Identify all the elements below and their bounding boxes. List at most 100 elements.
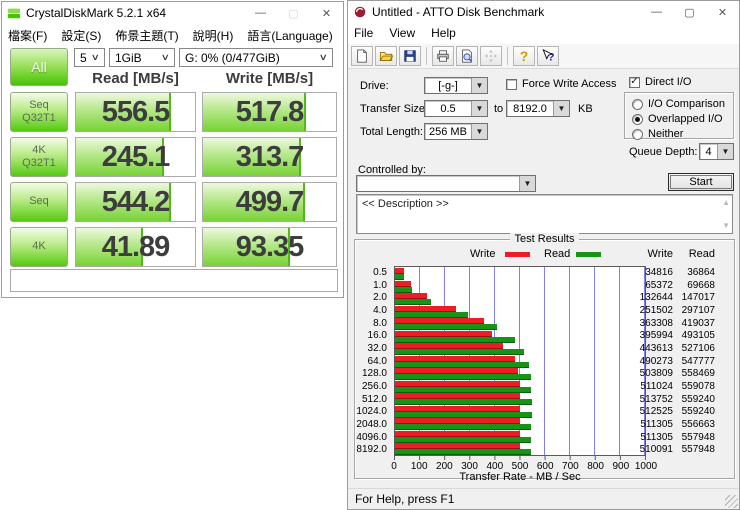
chevron-down-icon: ▼ xyxy=(471,101,487,116)
description-textarea[interactable]: << Description >> ▲ ▼ xyxy=(356,194,733,234)
transfer-from-value: 0.5 xyxy=(440,102,456,115)
radio-label: Overlapped I/O xyxy=(648,113,723,125)
write-value: 490273 xyxy=(639,355,673,367)
description-placeholder: << Description >> xyxy=(362,198,449,210)
chart-bar-row xyxy=(395,405,645,418)
atto-statusbar: For Help, press F1 xyxy=(348,488,739,509)
cdm-all-button[interactable]: All xyxy=(10,48,68,86)
open-folder-icon xyxy=(379,52,393,61)
atto-menu-help[interactable]: Help xyxy=(431,26,456,40)
cdm-test-button-4k-q32t1[interactable]: 4K Q32T1 xyxy=(10,137,68,177)
y-tick-label: 32.0 xyxy=(367,342,387,354)
direct-io-checkbox[interactable]: ✓ Direct I/O xyxy=(629,76,691,88)
chart-bar-row xyxy=(395,392,645,406)
help-icon: ? xyxy=(519,48,529,64)
chart-bar-row xyxy=(395,292,645,306)
cdm-write-header: Write [MB/s] xyxy=(225,69,314,87)
drive-select[interactable]: [-g-] ▼ xyxy=(424,77,488,94)
cdm-test-button-4k[interactable]: 4K xyxy=(10,227,68,267)
test-results-group: Test Results Write Read Write Read 0.5 1.… xyxy=(354,233,735,483)
atto-close-button[interactable]: ✕ xyxy=(706,1,739,23)
print-preview-icon xyxy=(462,49,472,63)
y-tick-label: 8192.0 xyxy=(356,444,387,456)
checkbox-icon xyxy=(506,78,517,90)
atto-maximize-button[interactable]: ▢ xyxy=(673,1,706,23)
total-length-label: Total Length: xyxy=(360,126,423,138)
write-value: 65372 xyxy=(645,279,673,291)
read-value: 36864 xyxy=(687,266,715,278)
context-help-icon: ? xyxy=(541,49,554,63)
transfer-from-select[interactable]: 0.5 ▼ xyxy=(424,100,488,117)
chevron-down-icon: ▼ xyxy=(471,78,487,93)
cdm-menu-file[interactable]: 檔案(F) xyxy=(8,27,47,44)
cdm-close-button[interactable]: ✕ xyxy=(310,2,343,24)
save-button[interactable] xyxy=(399,46,421,66)
cdm-test-button-seq-q32t1[interactable]: Seq Q32T1 xyxy=(10,92,68,132)
chart-bar-row xyxy=(395,380,645,393)
cdm-test-count-select[interactable]: 5 ∨ xyxy=(74,48,105,67)
read-value: 556663 xyxy=(681,418,715,430)
cdm-app-icon xyxy=(7,8,21,19)
context-help-button[interactable]: ? xyxy=(537,46,559,66)
transfer-to-select[interactable]: 8192.0 ▼ xyxy=(506,100,570,117)
force-write-access-checkbox[interactable]: Force Write Access xyxy=(506,78,617,90)
radio-neither[interactable]: Neither xyxy=(632,128,733,140)
start-button[interactable]: Start xyxy=(668,173,734,191)
cdm-minimize-button[interactable]: — xyxy=(244,2,277,24)
queue-depth-value: 4 xyxy=(705,145,712,158)
y-tick-label: 1.0 xyxy=(373,279,387,291)
chevron-down-icon: ▼ xyxy=(553,101,569,116)
new-file-button[interactable] xyxy=(351,46,373,66)
queue-depth-label: Queue Depth: xyxy=(629,146,698,158)
test-results-title: Test Results xyxy=(509,233,580,245)
chart-bar-row xyxy=(395,355,645,368)
radio-icon xyxy=(632,98,643,110)
legend-read-label: Read xyxy=(544,248,571,260)
cdm-menu-language[interactable]: 語言(Language) xyxy=(247,27,332,44)
print-preview-button[interactable] xyxy=(456,46,478,66)
radio-label: I/O Comparison xyxy=(648,98,726,110)
y-tick-label: 4096.0 xyxy=(356,431,387,443)
legend-read-swatch xyxy=(576,252,601,257)
scroll-up-icon[interactable]: ▲ xyxy=(722,198,730,207)
cdm-write-value: 93.35 xyxy=(235,230,305,263)
chevron-down-icon: ▼ xyxy=(519,176,535,191)
read-column-header: Read xyxy=(688,248,715,260)
legend-write-label: Write xyxy=(470,248,496,260)
transfer-size-label: Transfer Size: xyxy=(360,103,429,115)
y-tick-label: 2048.0 xyxy=(356,418,387,430)
radio-i-o-comparison[interactable]: I/O Comparison xyxy=(632,98,733,110)
cdm-write-cell: 93.35 xyxy=(202,227,337,267)
cdm-test-button-seq[interactable]: Seq xyxy=(10,182,68,222)
controlled-by-select[interactable]: ▼ xyxy=(356,175,536,192)
open-file-button[interactable] xyxy=(375,46,397,66)
cdm-test-size-value: 1GiB xyxy=(115,50,142,65)
resize-grip[interactable] xyxy=(725,495,738,508)
chart-x-axis-ticks xyxy=(394,456,646,460)
cdm-read-cell: 41.89 xyxy=(75,227,196,267)
y-tick-label: 64.0 xyxy=(367,355,387,367)
help-button[interactable]: ? xyxy=(513,46,535,66)
chart-bar-row xyxy=(395,417,645,431)
total-length-select[interactable]: 256 MB ▼ xyxy=(424,123,488,140)
radio-overlapped-i-o[interactable]: Overlapped I/O xyxy=(632,113,733,125)
to-label: to xyxy=(494,103,504,115)
atto-menu-view[interactable]: View xyxy=(389,26,415,40)
read-value: 147017 xyxy=(681,292,715,304)
radio-icon xyxy=(632,113,643,125)
cdm-test-size-select[interactable]: 1GiB ∨ xyxy=(109,48,175,67)
atto-minimize-button[interactable]: — xyxy=(640,1,673,23)
cdm-comment-input[interactable] xyxy=(10,269,338,292)
cdm-menu-theme[interactable]: 佈景主題(T) xyxy=(115,27,178,44)
cdm-write-cell: 313.7 xyxy=(202,137,337,177)
read-value: 559078 xyxy=(681,380,715,392)
write-value: 363308 xyxy=(639,317,673,329)
cdm-drive-select[interactable]: G: 0% (0/477GiB) ∨ xyxy=(179,48,333,67)
queue-depth-select[interactable]: 4 ▼ xyxy=(699,143,734,160)
scroll-down-icon[interactable]: ▼ xyxy=(722,221,730,230)
cdm-menu-help[interactable]: 說明(H) xyxy=(193,27,234,44)
print-button[interactable] xyxy=(432,46,454,66)
atto-menu-file[interactable]: File xyxy=(354,26,373,40)
read-value: 557948 xyxy=(681,444,715,456)
cdm-menu-settings[interactable]: 設定(S) xyxy=(61,27,101,44)
